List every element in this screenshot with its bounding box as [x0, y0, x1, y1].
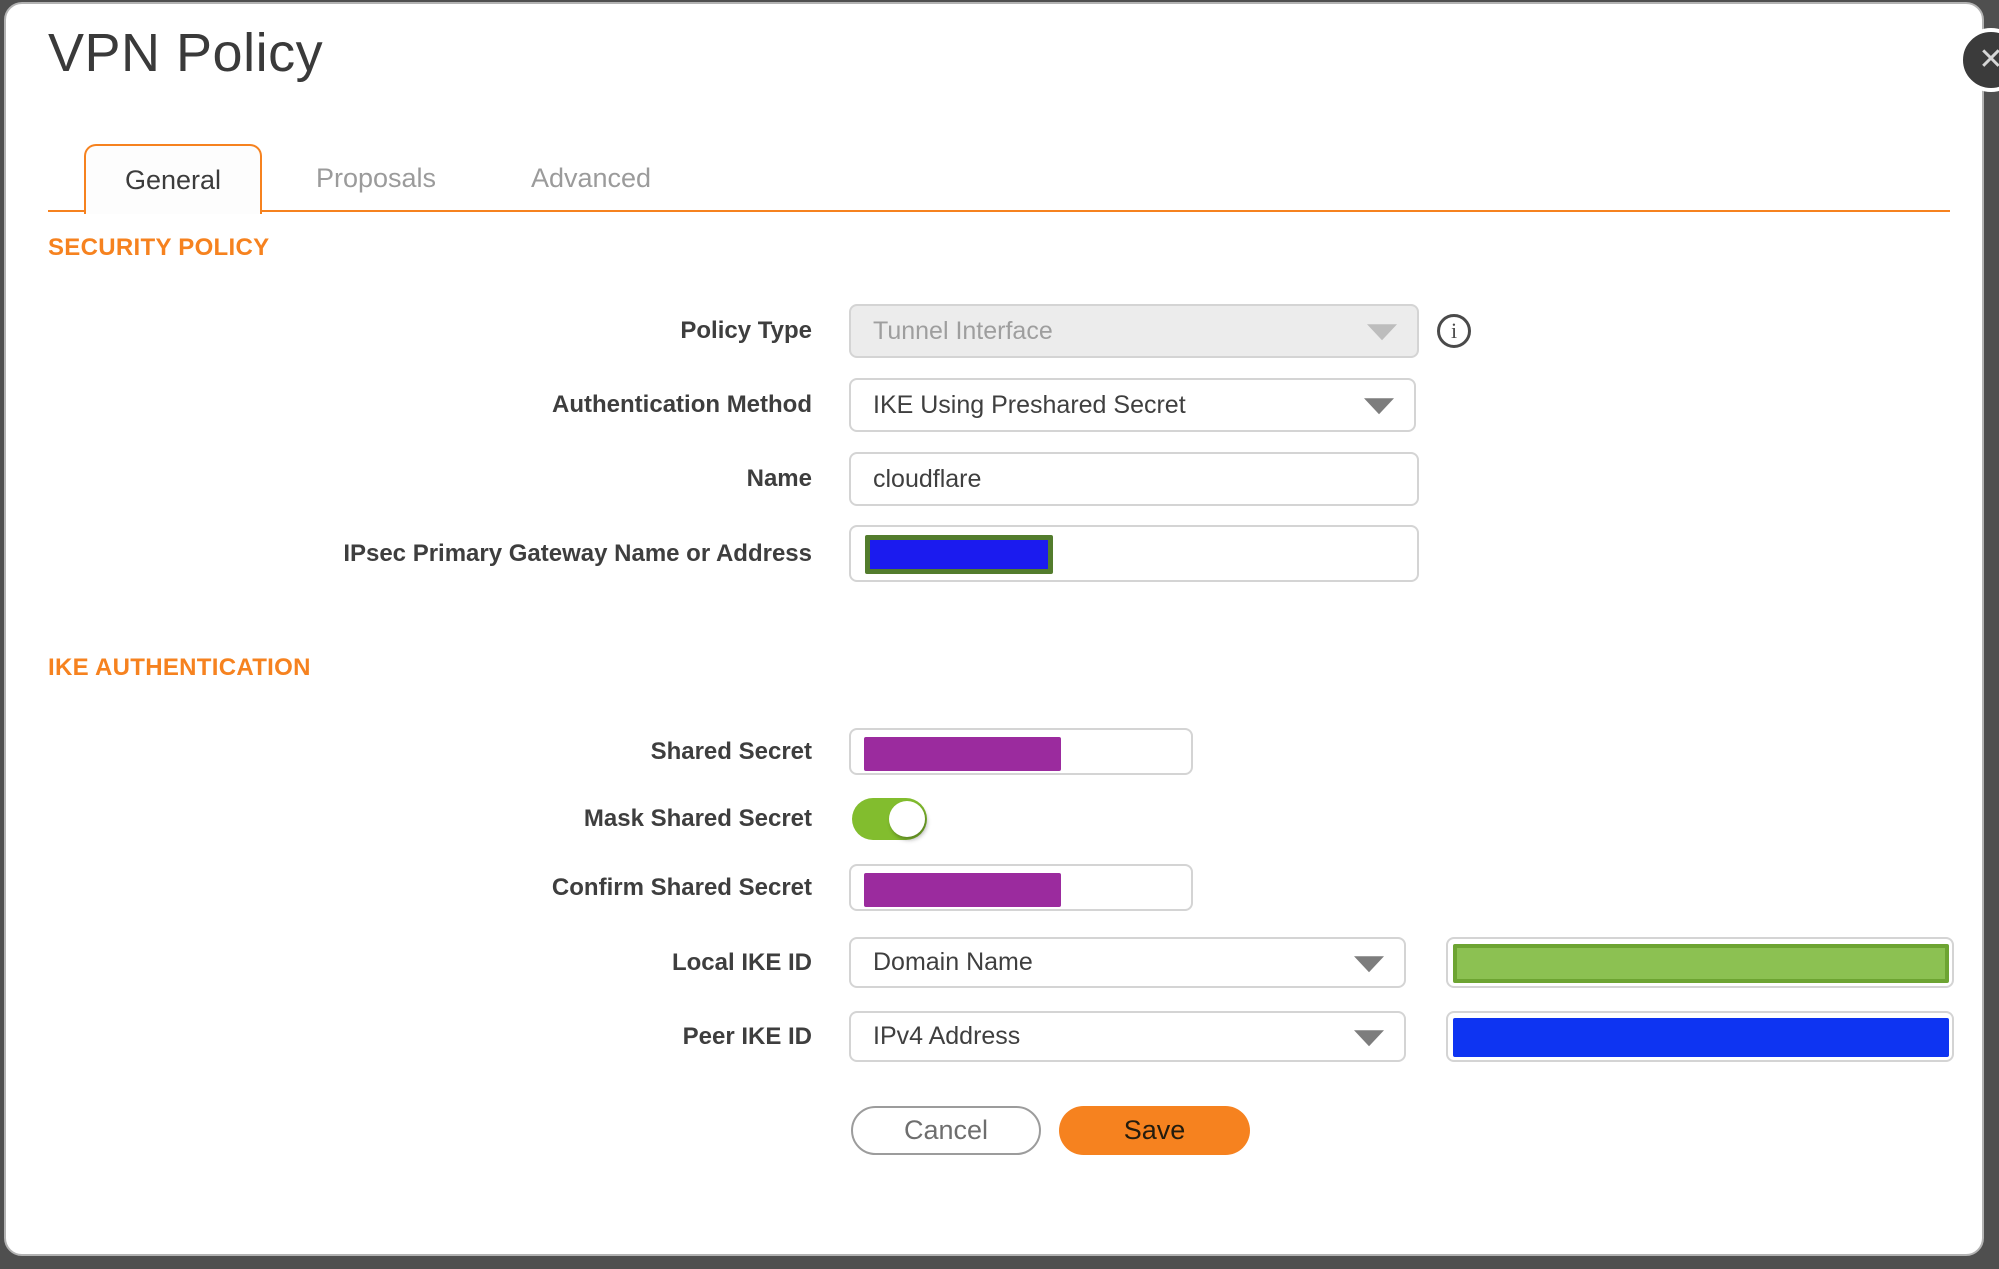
name-input[interactable]: cloudflare — [849, 452, 1419, 506]
info-icon[interactable]: i — [1437, 314, 1471, 348]
save-button[interactable]: Save — [1059, 1106, 1250, 1155]
mask-shared-secret-toggle[interactable] — [852, 798, 927, 840]
local-ike-id-label: Local IKE ID — [671, 948, 812, 976]
tab-proposals[interactable]: Proposals — [306, 144, 446, 212]
chevron-down-icon — [1354, 1029, 1384, 1046]
tab-advanced-label: Advanced — [530, 162, 652, 193]
tab-general-label: General — [124, 164, 222, 195]
shared-secret-input[interactable] — [849, 728, 1193, 775]
toggle-knob — [889, 801, 925, 837]
cancel-button[interactable]: Cancel — [851, 1106, 1041, 1155]
section-security-policy: SECURITY POLICY — [48, 234, 270, 261]
vpn-policy-dialog: VPN Policy General Proposals Advanced SE… — [4, 2, 1984, 1256]
cancel-button-label: Cancel — [903, 1115, 989, 1145]
chevron-down-icon — [1364, 398, 1394, 415]
local-ike-id-value-input[interactable] — [1446, 937, 1954, 988]
tab-general[interactable]: General — [84, 144, 262, 214]
local-ike-id-value: Domain Name — [873, 948, 1033, 976]
peer-ike-id-redaction — [1453, 1018, 1949, 1057]
policy-type-select: Tunnel Interface — [849, 304, 1419, 358]
policy-type-label: Policy Type — [680, 317, 812, 344]
confirm-shared-secret-redaction — [864, 873, 1061, 907]
peer-ike-id-select[interactable]: IPv4 Address — [849, 1011, 1406, 1062]
peer-ike-id-value-input[interactable] — [1446, 1011, 1954, 1062]
ipsec-gateway-redaction — [865, 535, 1053, 574]
chevron-down-icon — [1367, 324, 1397, 341]
confirm-shared-secret-label: Confirm Shared Secret — [551, 873, 812, 901]
save-button-label: Save — [1123, 1115, 1186, 1145]
name-label: Name — [746, 465, 812, 492]
authentication-method-value: IKE Using Preshared Secret — [873, 390, 1186, 419]
ipsec-gateway-label: IPsec Primary Gateway Name or Address — [343, 539, 812, 567]
local-ike-id-redaction — [1453, 944, 1949, 983]
confirm-shared-secret-input[interactable] — [849, 864, 1193, 911]
tab-proposals-label: Proposals — [315, 162, 437, 193]
shared-secret-redaction — [864, 737, 1061, 771]
page-title: VPN Policy — [48, 23, 324, 83]
authentication-method-label: Authentication Method — [552, 391, 812, 418]
ipsec-gateway-input[interactable] — [849, 525, 1419, 582]
chevron-down-icon — [1354, 955, 1384, 972]
policy-type-value: Tunnel Interface — [873, 316, 1053, 345]
local-ike-id-select[interactable]: Domain Name — [849, 937, 1406, 988]
tab-advanced[interactable]: Advanced — [521, 144, 661, 212]
peer-ike-id-label: Peer IKE ID — [682, 1022, 812, 1050]
mask-shared-secret-label: Mask Shared Secret — [583, 805, 812, 832]
name-value: cloudflare — [873, 464, 982, 493]
peer-ike-id-value: IPv4 Address — [873, 1022, 1021, 1050]
section-ike-authentication: IKE AUTHENTICATION — [48, 654, 311, 681]
authentication-method-select[interactable]: IKE Using Preshared Secret — [849, 378, 1416, 432]
shared-secret-label: Shared Secret — [650, 737, 812, 765]
